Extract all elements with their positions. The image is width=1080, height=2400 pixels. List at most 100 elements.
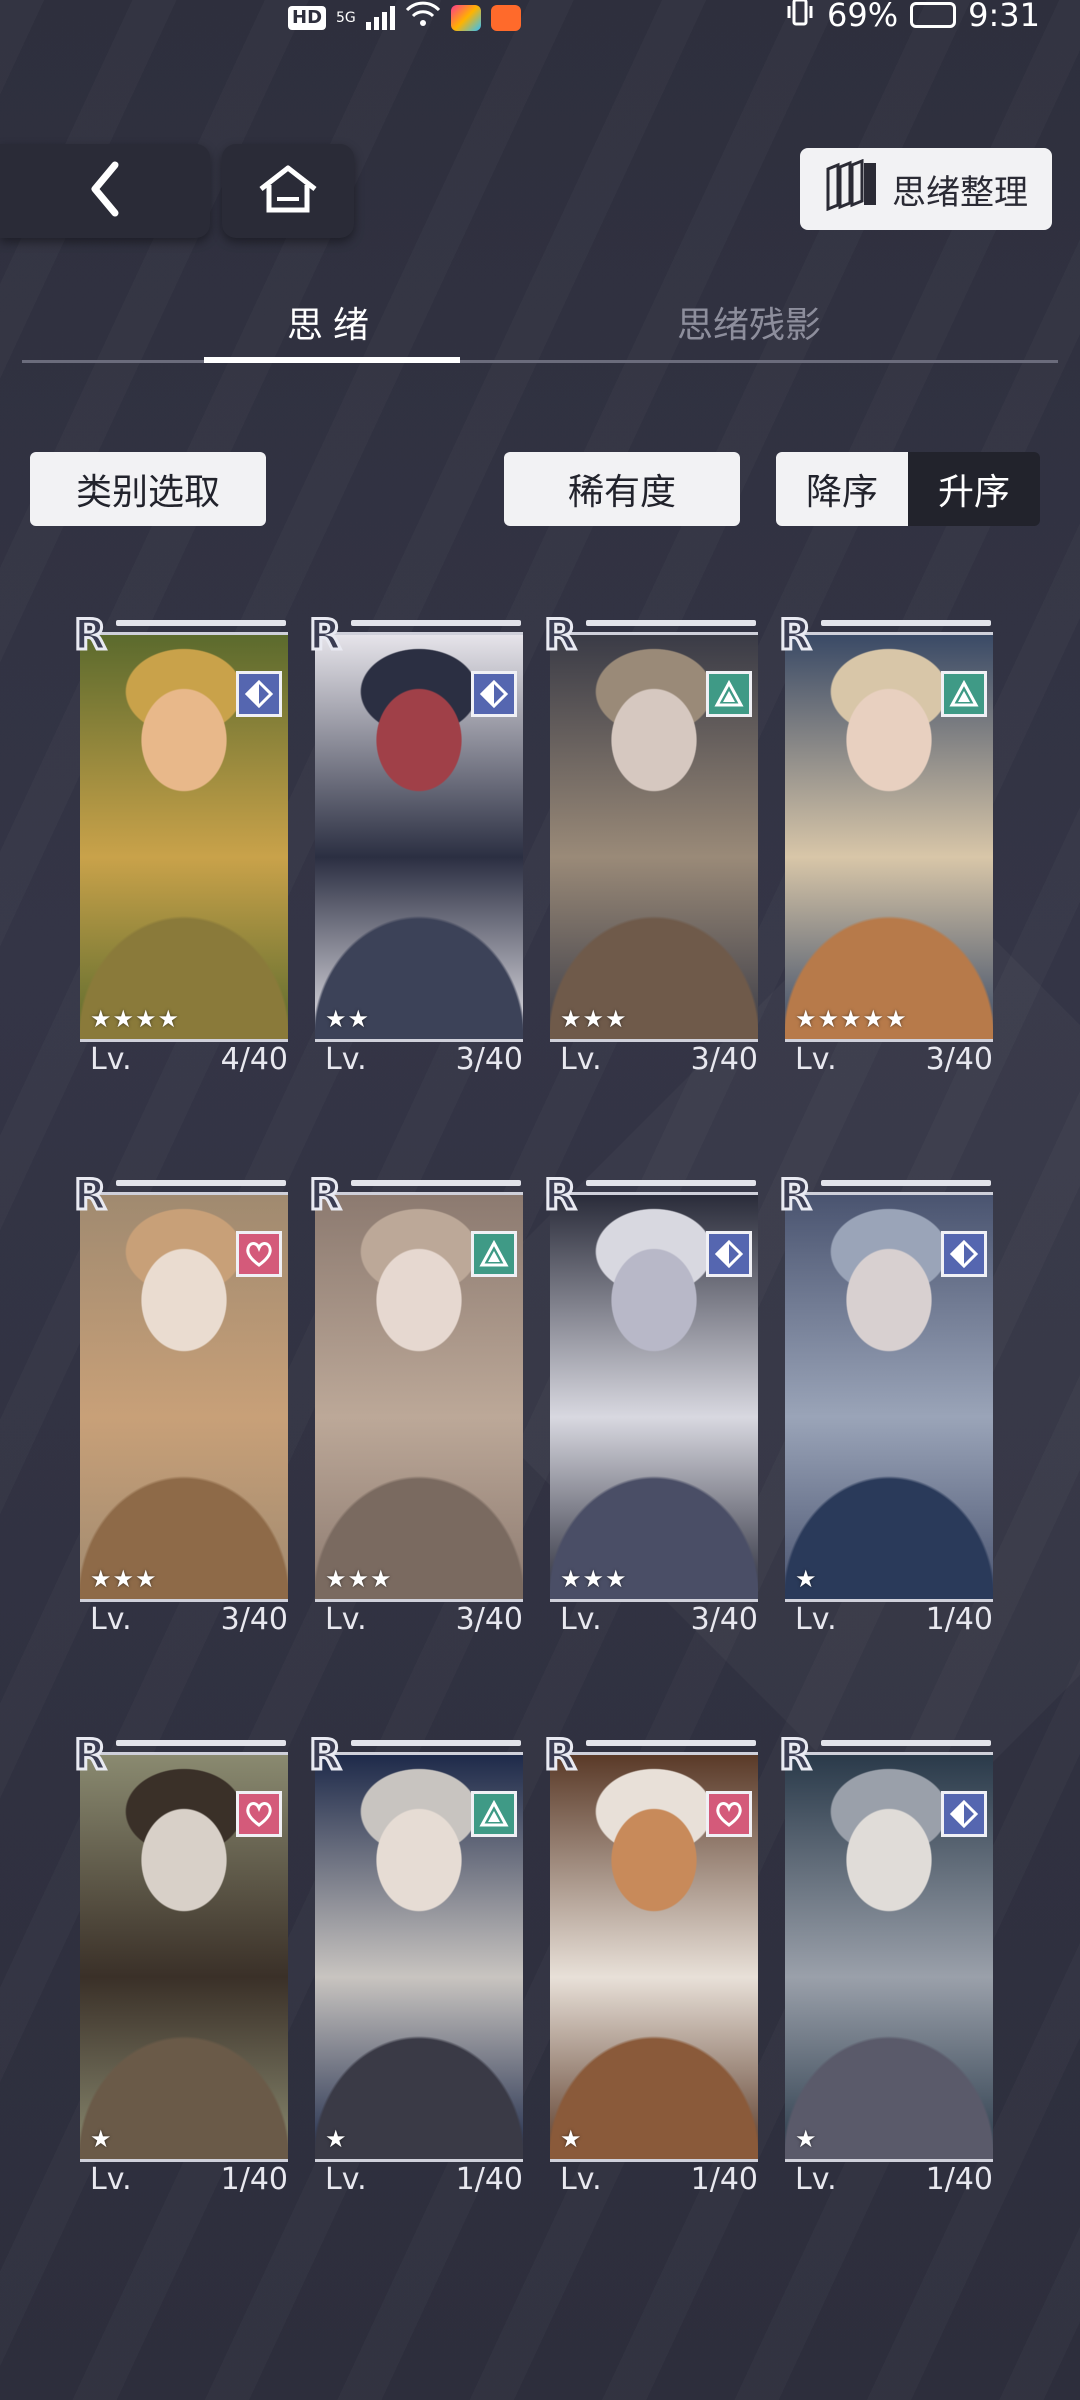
- card-header-bar: [586, 1740, 756, 1746]
- level-value: 3/40: [455, 1042, 523, 1077]
- level-row: Lv. 1/40: [791, 2162, 995, 2197]
- star-rating: ★★★★★: [795, 1005, 908, 1033]
- clock: 9:31: [968, 0, 1040, 34]
- thought-card[interactable]: R ★★★★ Lv. 4/40: [73, 610, 290, 1077]
- card-frame: ★: [80, 1752, 288, 2162]
- tab-thought-remnants[interactable]: 思绪残影: [677, 296, 821, 348]
- organize-thoughts-button[interactable]: 思绪整理: [800, 148, 1052, 230]
- rarity-label: R: [543, 610, 578, 659]
- star-rating: ★: [325, 2125, 348, 2153]
- star-rating: ★★★: [560, 1005, 628, 1033]
- thought-card[interactable]: R ★ Lv. 1/40: [543, 1730, 760, 2197]
- chevron-left-icon: [85, 159, 125, 223]
- card-header-bar: [351, 1740, 521, 1746]
- thought-card[interactable]: R ★★ Lv. 3/40: [308, 610, 525, 1077]
- level-label: Lv.: [90, 1602, 132, 1637]
- level-row: Lv. 4/40: [86, 1042, 290, 1077]
- star-rating: ★: [90, 2125, 113, 2153]
- heart-icon: [236, 1791, 282, 1837]
- cards-stack-icon: [824, 158, 878, 220]
- level-label: Lv.: [795, 1042, 837, 1077]
- rarity-label: R: [543, 1170, 578, 1219]
- diamond-icon: [941, 1791, 987, 1837]
- rarity-label: R: [73, 1170, 108, 1219]
- back-button[interactable]: [0, 144, 210, 238]
- rarity-label: R: [543, 1730, 578, 1779]
- card-header-bar: [116, 1180, 286, 1186]
- app-notification-icon: [450, 4, 481, 31]
- battery-icon: [910, 2, 957, 28]
- heart-icon: [236, 1231, 282, 1277]
- level-value: 3/40: [455, 1602, 523, 1637]
- tab-divider: [22, 360, 1058, 363]
- triangle-icon: [941, 671, 987, 717]
- thought-card[interactable]: R ★ Lv. 1/40: [73, 1730, 290, 2197]
- level-value: 3/40: [690, 1602, 758, 1637]
- level-row: Lv. 1/40: [86, 2162, 290, 2197]
- network-label: 5G: [336, 9, 356, 26]
- triangle-icon: [471, 1791, 517, 1837]
- rarity-label: R: [778, 610, 813, 659]
- signal-icon: [365, 5, 395, 30]
- heart-icon: [706, 1791, 752, 1837]
- rarity-label: R: [73, 610, 108, 659]
- level-label: Lv.: [795, 2162, 837, 2197]
- sort-descending-button[interactable]: 降序: [776, 452, 908, 526]
- card-frame: ★: [550, 1752, 758, 2162]
- card-frame: ★★★: [80, 1192, 288, 1602]
- level-row: Lv. 3/40: [321, 1042, 525, 1077]
- tab-thoughts[interactable]: 思绪: [287, 296, 379, 348]
- level-row: Lv. 1/40: [791, 1602, 995, 1637]
- level-row: Lv. 1/40: [556, 2162, 760, 2197]
- triangle-icon: [471, 1231, 517, 1277]
- card-frame: ★★★★: [80, 632, 288, 1042]
- thought-card[interactable]: R ★★★ Lv. 3/40: [543, 610, 760, 1077]
- star-rating: ★★★: [560, 1565, 628, 1593]
- home-button[interactable]: [222, 144, 354, 238]
- level-row: Lv. 3/40: [556, 1042, 760, 1077]
- thought-card[interactable]: R ★ Lv. 1/40: [778, 1730, 995, 2197]
- home-icon: [257, 163, 319, 219]
- card-header-bar: [586, 1180, 756, 1186]
- category-select-button[interactable]: 类别选取: [30, 452, 266, 526]
- tab-bar: 思绪 思绪残影: [22, 296, 1058, 364]
- level-label: Lv.: [325, 1042, 367, 1077]
- thought-card[interactable]: R ★★★★★ Lv. 3/40: [778, 610, 995, 1077]
- card-frame: ★★★: [315, 1192, 523, 1602]
- rarity-label: R: [778, 1730, 813, 1779]
- tab-active-indicator: [204, 357, 460, 363]
- wifi-icon: [405, 0, 441, 35]
- thought-card[interactable]: R ★ Lv. 1/40: [308, 1730, 525, 2197]
- level-label: Lv.: [560, 2162, 602, 2197]
- card-header-bar: [116, 620, 286, 626]
- star-rating: ★: [795, 2125, 818, 2153]
- triangle-icon: [706, 671, 752, 717]
- level-label: Lv.: [325, 1602, 367, 1637]
- rarity-label: R: [73, 1730, 108, 1779]
- rarity-sort-button[interactable]: 稀有度: [504, 452, 740, 526]
- card-header-bar: [351, 620, 521, 626]
- level-label: Lv.: [560, 1602, 602, 1637]
- level-value: 4/40: [220, 1042, 288, 1077]
- card-header-bar: [351, 1180, 521, 1186]
- level-label: Lv.: [560, 1042, 602, 1077]
- card-frame: ★★: [315, 632, 523, 1042]
- diamond-icon: [236, 671, 282, 717]
- sort-ascending-button[interactable]: 升序: [908, 452, 1040, 526]
- card-frame: ★: [785, 1192, 993, 1602]
- level-row: Lv. 1/40: [321, 2162, 525, 2197]
- app-notification-icon-2: [490, 4, 521, 31]
- diamond-icon: [941, 1231, 987, 1277]
- level-value: 1/40: [455, 2162, 523, 2197]
- rarity-label: R: [308, 1170, 343, 1219]
- level-value: 1/40: [925, 1602, 993, 1637]
- thought-card[interactable]: R ★ Lv. 1/40: [778, 1170, 995, 1637]
- level-value: 3/40: [690, 1042, 758, 1077]
- card-header-bar: [116, 1740, 286, 1746]
- thought-card[interactable]: R ★★★ Lv. 3/40: [73, 1170, 290, 1637]
- card-header-bar: [821, 1180, 991, 1186]
- level-row: Lv. 3/40: [791, 1042, 995, 1077]
- thought-card[interactable]: R ★★★ Lv. 3/40: [308, 1170, 525, 1637]
- level-label: Lv.: [90, 1042, 132, 1077]
- thought-card[interactable]: R ★★★ Lv. 3/40: [543, 1170, 760, 1637]
